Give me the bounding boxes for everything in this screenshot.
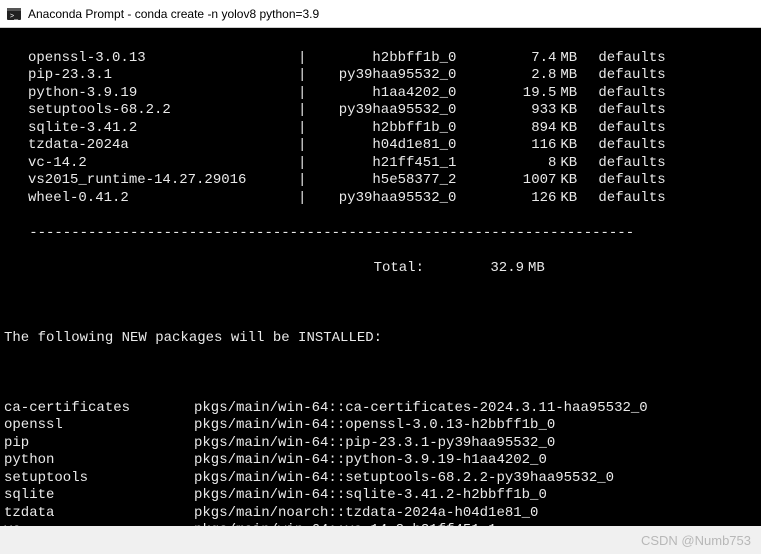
svg-text:>_: >_	[10, 13, 18, 20]
install-package-name: openssl	[4, 417, 194, 435]
package-channel: defaults	[586, 120, 676, 138]
package-size: 1007	[456, 172, 556, 190]
install-package-spec: pkgs/main/win-64::openssl-3.0.13-h2bbff1…	[194, 417, 555, 435]
window-titlebar[interactable]: >_ Anaconda Prompt - conda create -n yol…	[0, 0, 761, 28]
download-table-row: openssl-3.0.13|h2bbff1b_07.4MBdefaults	[4, 50, 761, 68]
package-name: openssl-3.0.13	[28, 50, 298, 68]
package-channel: defaults	[586, 155, 676, 173]
package-build: h2bbff1b_0	[306, 120, 456, 138]
package-build: h21ff451_1	[306, 155, 456, 173]
package-size-unit: MB	[556, 85, 586, 103]
package-name: setuptools-68.2.2	[28, 102, 298, 120]
install-package-name: vc	[4, 522, 194, 526]
terminal-icon: >_	[6, 6, 22, 22]
install-package-spec: pkgs/main/win-64::pip-23.3.1-py39haa9553…	[194, 435, 555, 453]
package-build: py39haa95532_0	[306, 102, 456, 120]
package-size: 126	[456, 190, 556, 208]
package-size: 116	[456, 137, 556, 155]
package-size: 19.5	[456, 85, 556, 103]
package-name: python-3.9.19	[28, 85, 298, 103]
install-heading: The following NEW packages will be INSTA…	[4, 330, 761, 348]
watermark: CSDN @Numb753	[641, 533, 751, 548]
package-channel: defaults	[586, 137, 676, 155]
install-package-spec: pkgs/main/win-64::vc-14.2-h21ff451_1	[194, 522, 496, 526]
install-package-spec: pkgs/main/win-64::python-3.9.19-h1aa4202…	[194, 452, 547, 470]
install-package-spec: pkgs/main/win-64::ca-certificates-2024.3…	[194, 400, 648, 418]
package-size-unit: MB	[556, 67, 586, 85]
package-size-unit: KB	[556, 155, 586, 173]
package-name: sqlite-3.41.2	[28, 120, 298, 138]
terminal-output[interactable]: openssl-3.0.13|h2bbff1b_07.4MBdefaultspi…	[0, 28, 761, 526]
total-unit: MB	[524, 260, 554, 278]
install-package-name: sqlite	[4, 487, 194, 505]
install-table-row: ca-certificatespkgs/main/win-64::ca-cert…	[4, 400, 761, 418]
package-channel: defaults	[586, 50, 676, 68]
package-size-unit: KB	[556, 190, 586, 208]
package-name: tzdata-2024a	[28, 137, 298, 155]
package-size-unit: KB	[556, 172, 586, 190]
package-name: vs2015_runtime-14.27.29016	[28, 172, 298, 190]
install-table-row: pythonpkgs/main/win-64::python-3.9.19-h1…	[4, 452, 761, 470]
install-table-row: pippkgs/main/win-64::pip-23.3.1-py39haa9…	[4, 435, 761, 453]
package-build: h1aa4202_0	[306, 85, 456, 103]
download-table-row: vc-14.2|h21ff451_18KBdefaults	[4, 155, 761, 173]
package-channel: defaults	[586, 172, 676, 190]
total-label: Total:	[4, 260, 424, 278]
install-table-row: setuptoolspkgs/main/win-64::setuptools-6…	[4, 470, 761, 488]
package-build: py39haa95532_0	[306, 190, 456, 208]
install-package-spec: pkgs/main/win-64::sqlite-3.41.2-h2bbff1b…	[194, 487, 547, 505]
package-build: py39haa95532_0	[306, 67, 456, 85]
install-table-row: tzdatapkgs/main/noarch::tzdata-2024a-h04…	[4, 505, 761, 523]
install-package-spec: pkgs/main/win-64::setuptools-68.2.2-py39…	[194, 470, 614, 488]
install-package-name: ca-certificates	[4, 400, 194, 418]
table-divider: ----------------------------------------…	[4, 225, 761, 243]
package-size: 894	[456, 120, 556, 138]
install-table-row: sqlitepkgs/main/win-64::sqlite-3.41.2-h2…	[4, 487, 761, 505]
package-size: 933	[456, 102, 556, 120]
package-name: wheel-0.41.2	[28, 190, 298, 208]
package-size-unit: KB	[556, 137, 586, 155]
package-build: h5e58377_2	[306, 172, 456, 190]
package-size-unit: KB	[556, 120, 586, 138]
download-table-row: python-3.9.19|h1aa4202_019.5MBdefaults	[4, 85, 761, 103]
download-table-row: vs2015_runtime-14.27.29016|h5e58377_2100…	[4, 172, 761, 190]
download-table-row: wheel-0.41.2|py39haa95532_0126KBdefaults	[4, 190, 761, 208]
package-size: 2.8	[456, 67, 556, 85]
package-size-unit: KB	[556, 102, 586, 120]
download-table-row: tzdata-2024a|h04d1e81_0116KBdefaults	[4, 137, 761, 155]
package-channel: defaults	[586, 85, 676, 103]
package-build: h04d1e81_0	[306, 137, 456, 155]
package-build: h2bbff1b_0	[306, 50, 456, 68]
install-package-name: pip	[4, 435, 194, 453]
download-table-row: pip-23.3.1|py39haa95532_02.8MBdefaults	[4, 67, 761, 85]
install-package-name: setuptools	[4, 470, 194, 488]
package-channel: defaults	[586, 190, 676, 208]
package-channel: defaults	[586, 102, 676, 120]
package-channel: defaults	[586, 67, 676, 85]
install-table-row: vcpkgs/main/win-64::vc-14.2-h21ff451_1	[4, 522, 761, 526]
total-row: Total:32.9MB	[4, 260, 761, 278]
package-size: 7.4	[456, 50, 556, 68]
download-table-row: setuptools-68.2.2|py39haa95532_0933KBdef…	[4, 102, 761, 120]
package-size-unit: MB	[556, 50, 586, 68]
install-package-spec: pkgs/main/noarch::tzdata-2024a-h04d1e81_…	[194, 505, 538, 523]
window-title: Anaconda Prompt - conda create -n yolov8…	[28, 7, 319, 21]
package-name: pip-23.3.1	[28, 67, 298, 85]
install-package-name: tzdata	[4, 505, 194, 523]
install-package-name: python	[4, 452, 194, 470]
download-table-row: sqlite-3.41.2|h2bbff1b_0894KBdefaults	[4, 120, 761, 138]
install-table-row: opensslpkgs/main/win-64::openssl-3.0.13-…	[4, 417, 761, 435]
package-size: 8	[456, 155, 556, 173]
package-name: vc-14.2	[28, 155, 298, 173]
total-value: 32.9	[424, 260, 524, 278]
